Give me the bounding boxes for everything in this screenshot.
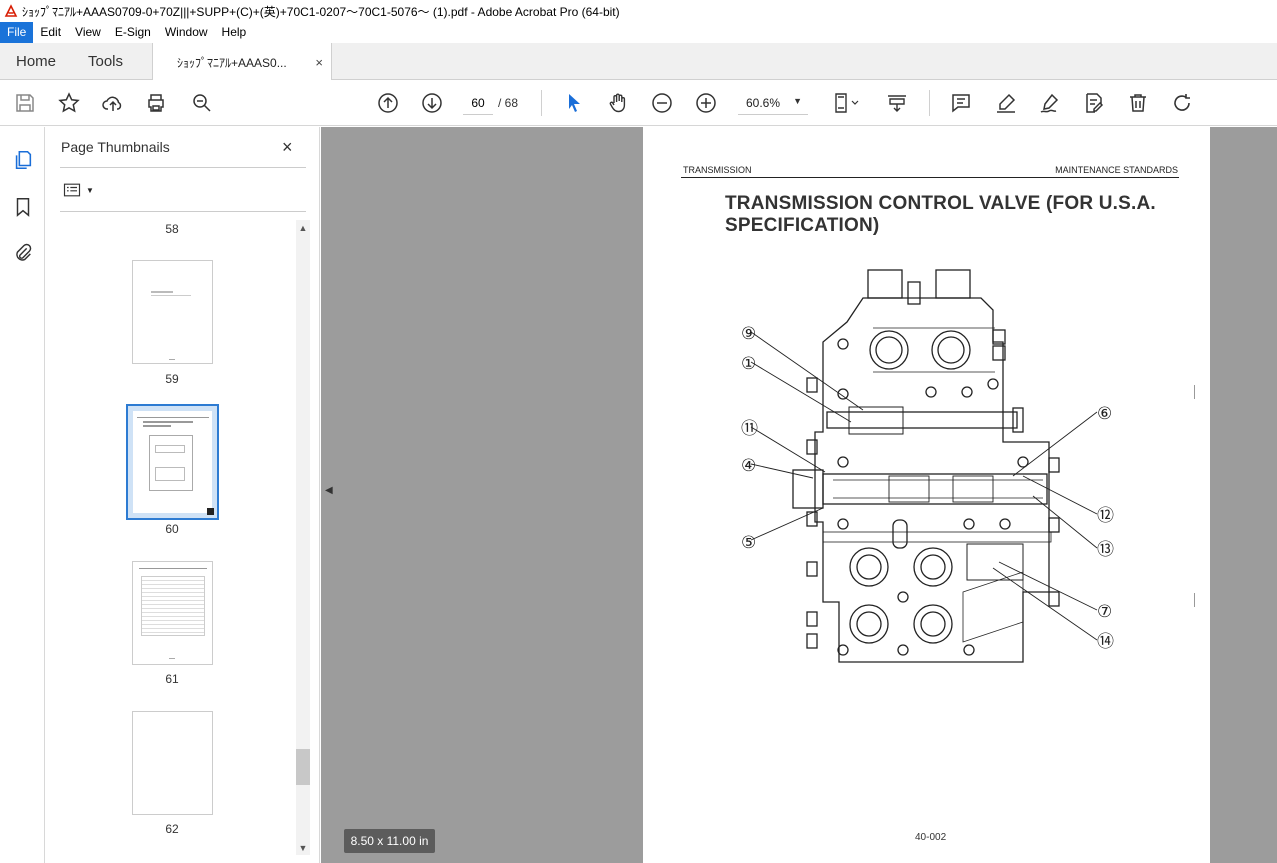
menu-file[interactable]: File bbox=[0, 22, 34, 43]
rotate-icon[interactable] bbox=[1169, 90, 1195, 116]
scrollbar-thumb[interactable] bbox=[296, 749, 310, 785]
navigation-rail bbox=[0, 127, 45, 863]
tab-document-label: ｼｮｯﾌﾟﾏﾆｱﾙ+AAAS0... bbox=[177, 55, 287, 70]
list-options-icon bbox=[63, 183, 81, 197]
page-up-icon[interactable] bbox=[375, 90, 401, 116]
callout-label: ⑦ bbox=[1097, 602, 1112, 622]
sign-icon[interactable] bbox=[1037, 90, 1063, 116]
zoom-value: 60.6% bbox=[746, 95, 781, 110]
thumbnail-page-selected[interactable] bbox=[126, 404, 219, 520]
page-thumbnails-panel: Page Thumbnails × ▼ 58 59 60 61 62 ▲ ▼ bbox=[46, 127, 320, 863]
thumbnail-label: 60 bbox=[165, 522, 179, 536]
toolbar-divider bbox=[929, 90, 930, 116]
page-header-left: TRANSMISSION bbox=[683, 165, 752, 175]
attachment-icon[interactable] bbox=[11, 241, 35, 265]
pdf-page: TRANSMISSION MAINTENANCE STANDARDS TRANS… bbox=[643, 127, 1210, 863]
menu-help[interactable]: Help bbox=[215, 22, 254, 43]
callout-label: ⑫ bbox=[1097, 506, 1114, 526]
scroll-mode-icon[interactable] bbox=[884, 90, 910, 116]
thumbnail-label: 59 bbox=[165, 372, 179, 386]
star-icon[interactable] bbox=[56, 90, 82, 116]
valve-diagram: ⑨ ① ⑪ ④ ⑤ ⑥ ⑫ ⑬ ⑦ ⑭ bbox=[741, 269, 1114, 663]
divider bbox=[60, 211, 306, 212]
title-bar: ｼｮｯﾌﾟﾏﾆｱﾙ+AAAS0709-0+70Z|||+SUPP+(C)+(英)… bbox=[0, 0, 1277, 22]
tab-document[interactable]: ｼｮｯﾌﾟﾏﾆｱﾙ+AAAS0... × bbox=[152, 43, 332, 81]
zoom-in-icon[interactable] bbox=[693, 90, 719, 116]
header-rule bbox=[681, 177, 1179, 178]
edit-pdf-icon[interactable] bbox=[1081, 90, 1107, 116]
zoom-search-icon[interactable] bbox=[189, 90, 215, 116]
page-fit-icon[interactable] bbox=[830, 90, 864, 116]
divider bbox=[60, 167, 306, 168]
thumbnail-label: 62 bbox=[165, 822, 179, 836]
menu-esign[interactable]: E-Sign bbox=[108, 22, 158, 43]
page-size-indicator: 8.50 x 11.00 in bbox=[344, 829, 435, 853]
menu-view[interactable]: View bbox=[68, 22, 108, 43]
comment-icon[interactable] bbox=[948, 90, 974, 116]
scroll-up-icon[interactable]: ▲ bbox=[296, 221, 310, 235]
close-panel-icon[interactable]: × bbox=[282, 137, 293, 158]
scroll-down-icon[interactable]: ▼ bbox=[296, 841, 310, 855]
print-icon[interactable] bbox=[143, 90, 169, 116]
chevron-down-icon: ▼ bbox=[86, 185, 94, 195]
panel-title: Page Thumbnails bbox=[61, 139, 170, 155]
callout-label: ⑨ bbox=[741, 324, 756, 344]
close-tab-icon[interactable]: × bbox=[315, 55, 323, 70]
tab-bar: Home Tools ｼｮｯﾌﾟﾏﾆｱﾙ+AAAS0... × bbox=[0, 43, 1277, 81]
callout-label: ① bbox=[741, 354, 756, 374]
trash-icon[interactable] bbox=[1125, 90, 1151, 116]
menu-bar: File Edit View E-Sign Window Help bbox=[0, 22, 1277, 43]
bookmark-icon[interactable] bbox=[11, 195, 35, 219]
page-number-input[interactable] bbox=[463, 91, 493, 115]
chevron-down-icon: ▼ bbox=[793, 96, 802, 106]
page-thumbnails-icon[interactable] bbox=[11, 148, 35, 172]
document-title: TRANSMISSION CONTROL VALVE (FOR U.S.A. S… bbox=[725, 193, 1156, 236]
callout-label: ⑭ bbox=[1097, 632, 1114, 652]
menu-edit[interactable]: Edit bbox=[33, 22, 68, 43]
callout-label: ⑥ bbox=[1097, 404, 1112, 424]
margin-mark bbox=[1191, 593, 1195, 607]
callout-label: ⑪ bbox=[741, 419, 758, 439]
callout-label: ⑬ bbox=[1097, 540, 1114, 560]
highlight-pen-icon[interactable] bbox=[993, 90, 1019, 116]
zoom-select[interactable]: 60.6% ▼ bbox=[738, 91, 808, 115]
margin-mark bbox=[1191, 385, 1195, 399]
window-title: ｼｮｯﾌﾟﾏﾆｱﾙ+AAAS0709-0+70Z|||+SUPP+(C)+(英)… bbox=[22, 4, 620, 19]
callout-label: ⑤ bbox=[741, 533, 756, 553]
thumbnail-options-button[interactable]: ▼ bbox=[62, 180, 98, 200]
page-header-right: MAINTENANCE STANDARDS bbox=[1055, 165, 1178, 175]
tab-home[interactable]: Home bbox=[16, 43, 56, 80]
hand-icon[interactable] bbox=[605, 90, 631, 116]
document-viewer[interactable]: ◀ TRANSMISSION MAINTENANCE STANDARDS TRA… bbox=[321, 127, 1277, 863]
toolbar-divider bbox=[541, 90, 542, 116]
thumbnail-page[interactable] bbox=[132, 260, 213, 364]
page-total: / 68 bbox=[498, 96, 519, 110]
save-icon[interactable] bbox=[12, 90, 38, 116]
menu-window[interactable]: Window bbox=[158, 22, 215, 43]
callout-label: ④ bbox=[741, 456, 756, 476]
page-down-icon[interactable] bbox=[419, 90, 445, 116]
zoom-out-icon[interactable] bbox=[649, 90, 675, 116]
select-cursor-icon[interactable] bbox=[561, 90, 587, 116]
thumbnail-label: 61 bbox=[165, 672, 179, 686]
tab-tools[interactable]: Tools bbox=[88, 43, 123, 80]
acrobat-icon bbox=[4, 4, 18, 17]
collapse-panel-icon[interactable]: ◀ bbox=[325, 485, 333, 496]
thumbnail-label: 58 bbox=[165, 222, 179, 236]
thumbnail-page[interactable] bbox=[132, 561, 213, 665]
page-footer: 40-002 bbox=[915, 832, 947, 843]
main-toolbar: / 68 60.6% ▼ bbox=[0, 80, 1277, 126]
thumbnail-page[interactable] bbox=[132, 711, 213, 815]
upload-cloud-icon[interactable] bbox=[100, 90, 126, 116]
